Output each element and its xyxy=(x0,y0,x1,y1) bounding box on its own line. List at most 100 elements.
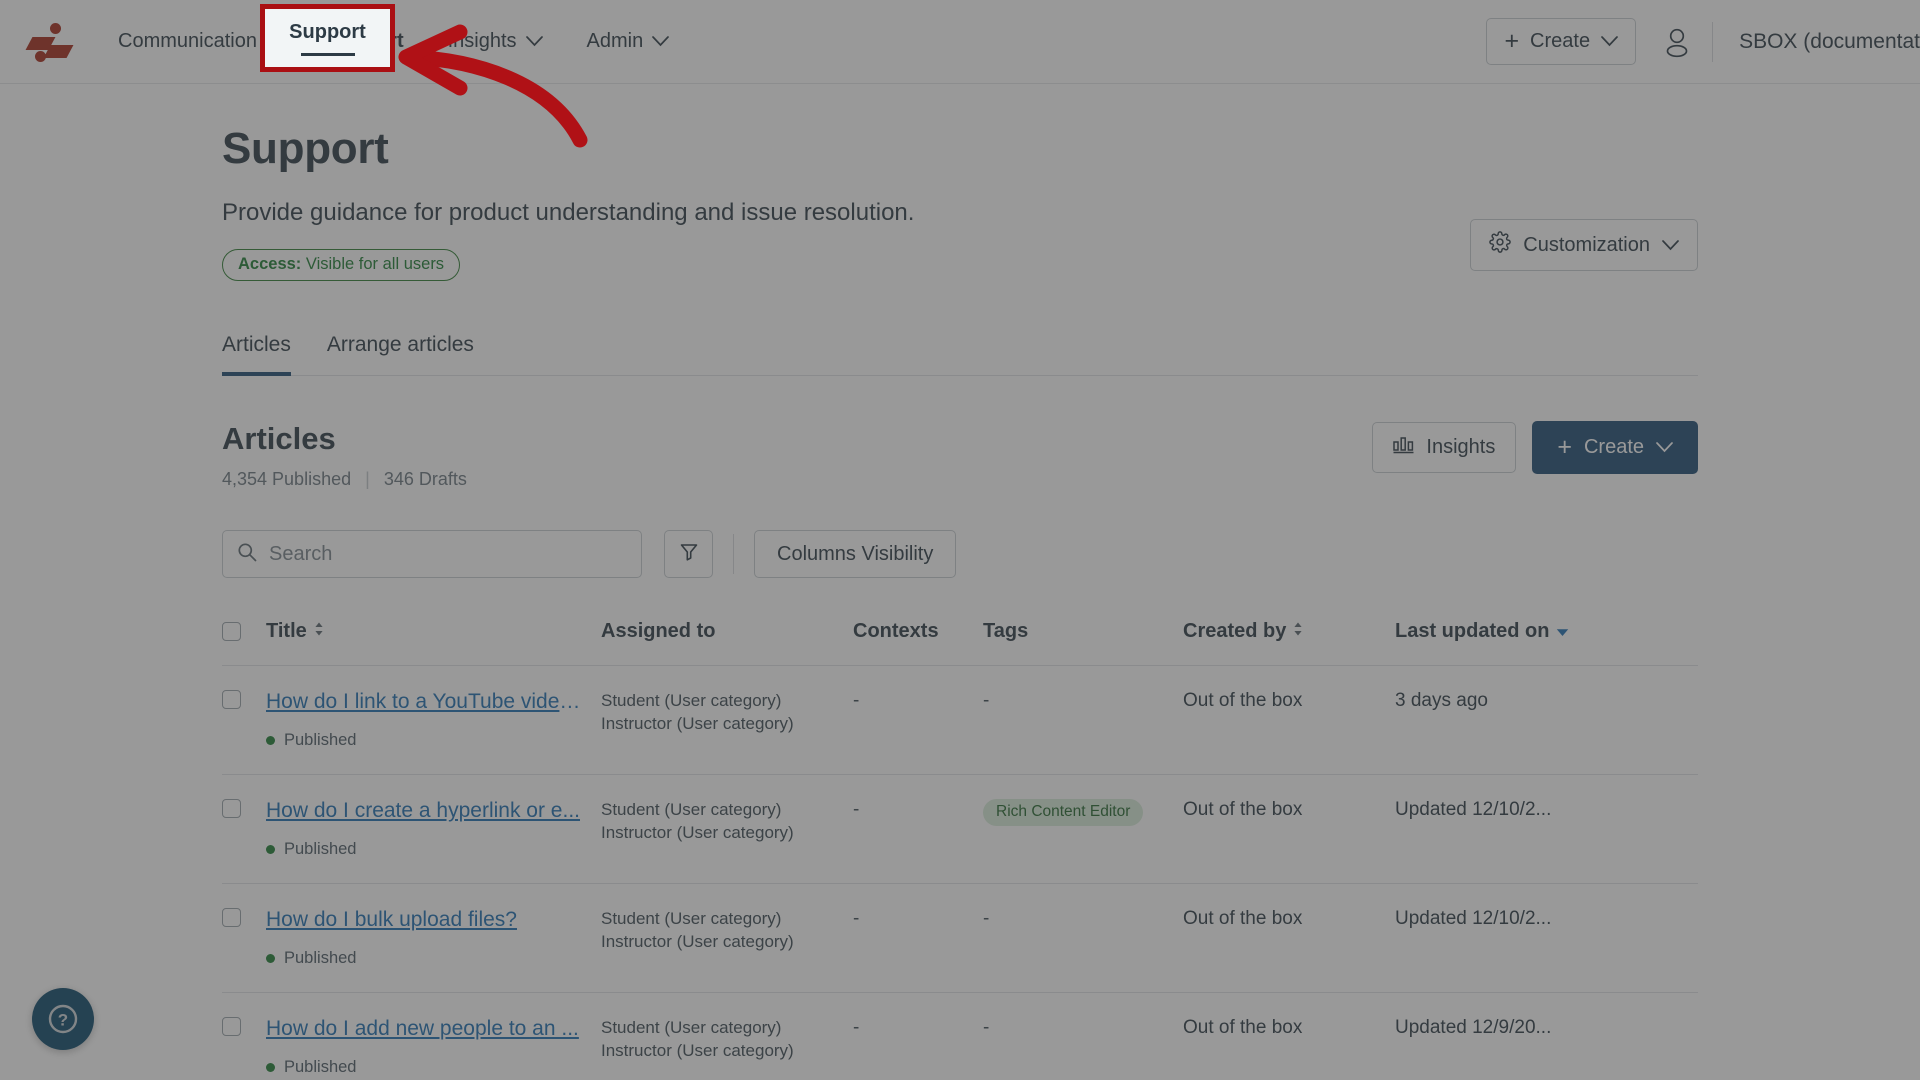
row-created-by-cell: Out of the box xyxy=(1183,883,1395,993)
assigned-entry: Instructor (User category) xyxy=(601,1040,794,1060)
navbar-create-button[interactable]: + Create xyxy=(1486,18,1637,65)
article-title-link[interactable]: How do I link to a YouTube video... xyxy=(266,690,586,714)
column-header-last-updated-on[interactable]: Last updated on xyxy=(1395,620,1698,666)
sort-icon xyxy=(314,620,324,643)
section-actions: Insights + Create xyxy=(1372,421,1698,474)
row-checkbox[interactable] xyxy=(222,1017,241,1036)
column-header-assigned-to: Assigned to xyxy=(601,620,853,666)
row-checkbox[interactable] xyxy=(222,690,241,709)
customization-label: Customization xyxy=(1523,233,1650,256)
nav-item-label: Communication xyxy=(118,30,257,52)
table-row[interactable]: How do I create a hyperlink or e... Publ… xyxy=(222,774,1698,884)
created-by-value: Out of the box xyxy=(1183,690,1303,711)
column-header-created-by[interactable]: Created by xyxy=(1183,620,1395,666)
spotlight-underline xyxy=(300,52,355,56)
application-page: Communication Support Insights Admin xyxy=(0,0,1920,1080)
updated-value: Updated 12/10/2... xyxy=(1395,799,1552,820)
question-mark-icon: ? xyxy=(48,1004,78,1034)
row-checkbox[interactable] xyxy=(222,799,241,818)
create-article-button[interactable]: + Create xyxy=(1532,421,1698,474)
assigned-entry: Student (User category) xyxy=(601,1018,782,1037)
customization-button[interactable]: Customization xyxy=(1470,219,1698,271)
tab-label: Articles xyxy=(222,333,291,356)
column-header-tags: Tags xyxy=(983,620,1183,666)
tags-empty-value: - xyxy=(983,690,990,711)
row-updated-cell: 3 days ago xyxy=(1395,665,1698,775)
created-by-value: Out of the box xyxy=(1183,1017,1303,1038)
tab-articles[interactable]: Articles xyxy=(222,325,291,376)
article-counts: 4,354 Published | 346 Drafts xyxy=(222,469,467,490)
row-tags-cell: - xyxy=(983,665,1183,775)
user-icon[interactable] xyxy=(1662,26,1692,58)
row-contexts-cell: - xyxy=(853,992,983,1080)
status-dot-icon xyxy=(266,736,275,745)
row-assigned-cell: Student (User category) Instructor (User… xyxy=(601,774,853,884)
spotlight-highlight-support[interactable]: Support xyxy=(260,4,395,72)
search-box[interactable] xyxy=(222,530,642,578)
row-tags-cell: Rich Content Editor xyxy=(983,774,1183,884)
column-header-title[interactable]: Title xyxy=(266,620,601,666)
updated-value: 3 days ago xyxy=(1395,690,1488,711)
tag-badge[interactable]: Rich Content Editor xyxy=(983,799,1144,826)
filter-button[interactable] xyxy=(664,530,713,578)
contexts-value: - xyxy=(853,908,860,929)
column-label: Last updated on xyxy=(1395,620,1550,642)
published-count: 4,354 Published xyxy=(222,469,352,489)
chevron-down-icon xyxy=(1601,30,1618,53)
chevron-down-icon xyxy=(525,30,543,53)
article-title-link[interactable]: How do I bulk upload files? xyxy=(266,908,517,932)
svg-text:?: ? xyxy=(58,1011,68,1030)
table-row[interactable]: How do I link to a YouTube video... Publ… xyxy=(222,665,1698,775)
assigned-entry: Student (User category) xyxy=(601,691,782,710)
search-icon xyxy=(237,542,257,567)
table-row[interactable]: How do I bulk upload files? Published St… xyxy=(222,883,1698,993)
updated-value: Updated 12/10/2... xyxy=(1395,908,1552,929)
select-all-header xyxy=(222,620,266,666)
bar-chart-icon xyxy=(1393,435,1414,460)
nav-item-label: Admin xyxy=(586,30,644,52)
navbar-right-actions: + Create SBOX (documentat xyxy=(1486,0,1920,83)
created-by-value: Out of the box xyxy=(1183,799,1303,820)
brand-logo[interactable] xyxy=(0,20,96,64)
table-row[interactable]: How do I add new people to an ... Publis… xyxy=(222,992,1698,1080)
sort-icon xyxy=(1293,620,1303,643)
plus-icon: + xyxy=(1557,433,1572,461)
contexts-value: - xyxy=(853,799,860,820)
article-title-link[interactable]: How do I create a hyperlink or e... xyxy=(266,799,580,823)
column-label: Assigned to xyxy=(601,620,716,642)
assigned-entry: Student (User category) xyxy=(601,800,782,819)
search-input[interactable] xyxy=(269,542,627,566)
count-separator: | xyxy=(365,469,370,489)
table-head: Title Assigned to Contexts Tags Created … xyxy=(222,620,1698,666)
row-tags-cell: - xyxy=(983,992,1183,1080)
access-badge: Access: Visible for all users xyxy=(222,249,461,281)
tab-arrange-articles[interactable]: Arrange articles xyxy=(327,325,474,375)
nav-item-insights[interactable]: Insights xyxy=(426,0,565,83)
row-assigned-cell: Student (User category) Instructor (User… xyxy=(601,883,853,993)
column-label: Created by xyxy=(1183,620,1287,642)
section-title: Articles xyxy=(222,421,336,456)
row-select-cell xyxy=(222,883,266,993)
help-button[interactable]: ? xyxy=(32,988,94,1050)
access-badge-label: Access: xyxy=(238,255,302,273)
insights-label: Insights xyxy=(1426,436,1496,458)
table-toolbar: Columns Visibility xyxy=(222,530,1698,578)
account-name[interactable]: SBOX (documentat xyxy=(1713,30,1920,54)
select-all-checkbox[interactable] xyxy=(222,622,241,641)
access-badge-value: Visible for all users xyxy=(305,255,445,273)
row-contexts-cell: - xyxy=(853,774,983,884)
article-title-link[interactable]: How do I add new people to an ... xyxy=(266,1017,579,1041)
row-title-cell: How do I bulk upload files? Published xyxy=(266,883,601,993)
row-title-cell: How do I add new people to an ... Publis… xyxy=(266,992,601,1080)
navbar-create-label: Create xyxy=(1530,30,1591,52)
status-label: Published xyxy=(284,840,357,858)
nav-item-admin[interactable]: Admin xyxy=(565,0,692,83)
columns-visibility-button[interactable]: Columns Visibility xyxy=(754,530,957,578)
status-badge: Published xyxy=(266,949,601,968)
insights-button[interactable]: Insights xyxy=(1372,422,1517,473)
row-contexts-cell: - xyxy=(853,883,983,993)
chevron-down-icon xyxy=(1662,234,1679,257)
page-content: Support Provide guidance for product und… xyxy=(0,84,1920,1080)
row-checkbox[interactable] xyxy=(222,908,241,927)
toolbar-divider xyxy=(733,534,734,574)
